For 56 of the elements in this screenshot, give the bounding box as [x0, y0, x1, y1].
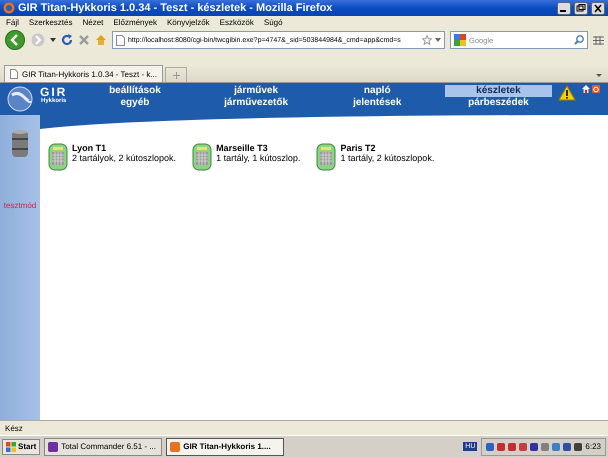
clock: 6:23: [585, 442, 601, 451]
grid-icon[interactable]: [593, 36, 604, 44]
page-icon: [10, 69, 18, 79]
nav-link[interactable]: járművek: [202, 85, 310, 97]
dropdown-icon[interactable]: [50, 38, 56, 42]
new-tab-button[interactable]: [165, 67, 187, 82]
station-name[interactable]: Marseille T3: [216, 143, 300, 153]
barrel-icon[interactable]: [11, 129, 29, 159]
menu-item[interactable]: Súgó: [264, 18, 283, 27]
window-title: GIR Titan-Hykkoris 1.0.34 - Teszt - készletek - Mozilla Firefox: [18, 2, 334, 14]
search-engine-icon[interactable]: [454, 34, 466, 46]
nav-link[interactable]: készletek: [444, 85, 552, 97]
windows-logo-icon: [6, 442, 16, 452]
restore-button[interactable]: [574, 2, 588, 14]
station-detail: 2 tartályok, 2 kútoszlopok.: [72, 153, 176, 163]
reload-icon[interactable]: [61, 34, 73, 46]
station-detail: 1 tartály, 1 kútoszlop.: [216, 153, 300, 163]
mode-label: tesztmód: [4, 201, 36, 210]
menu-item[interactable]: Szerkesztés: [28, 18, 72, 27]
logo-title: GIR: [40, 86, 68, 98]
nav-link[interactable]: egyéb: [81, 97, 188, 109]
globe-logo-icon: [6, 85, 34, 113]
keypad-terminal-icon[interactable]: [316, 143, 336, 171]
nav-link[interactable]: beállítások: [81, 85, 188, 97]
menu-item[interactable]: Fájl: [6, 18, 19, 27]
star-icon[interactable]: [422, 35, 432, 45]
status-text: Kész: [5, 424, 23, 432]
power-icon[interactable]: [592, 85, 600, 93]
close-button[interactable]: [591, 2, 605, 14]
nav-link[interactable]: járművezetők: [202, 97, 310, 109]
station-name[interactable]: Lyon T1: [72, 143, 176, 153]
page-icon: [116, 34, 125, 46]
menu-item[interactable]: Előzmények: [113, 18, 157, 27]
taskbar-button[interactable]: Total Commander 6.51 - ...: [44, 438, 162, 456]
app-icon: [170, 442, 180, 452]
nav-link[interactable]: jelentések: [324, 97, 431, 109]
plus-icon: [172, 72, 180, 78]
start-button[interactable]: Start: [2, 438, 40, 454]
taskbar-button[interactable]: GIR Titan-Hykkoris 1....: [166, 438, 284, 456]
minimize-button[interactable]: [557, 2, 571, 14]
keypad-terminal-icon[interactable]: [192, 143, 212, 171]
menu-item[interactable]: Könyvjelzők: [166, 18, 210, 27]
menu-item[interactable]: Nézet: [82, 18, 104, 27]
back-button[interactable]: [4, 30, 26, 50]
station-detail: 1 tartály, 2 kútoszlopok.: [340, 153, 434, 163]
browser-tab[interactable]: GIR Titan-Hykkoris 1.0.34 - Teszt - k...: [4, 65, 163, 82]
warning-icon[interactable]: [558, 85, 576, 101]
menu-item[interactable]: Eszközök: [220, 18, 254, 27]
dropdown-icon[interactable]: [435, 38, 441, 42]
app-icon: [48, 442, 58, 452]
nav-link[interactable]: napló: [324, 85, 431, 97]
station-name[interactable]: Paris T2: [340, 143, 434, 153]
stop-icon[interactable]: [78, 34, 90, 46]
keypad-terminal-icon[interactable]: [48, 143, 68, 171]
nav-link[interactable]: párbeszédek: [444, 97, 552, 109]
search-icon[interactable]: [574, 35, 584, 45]
